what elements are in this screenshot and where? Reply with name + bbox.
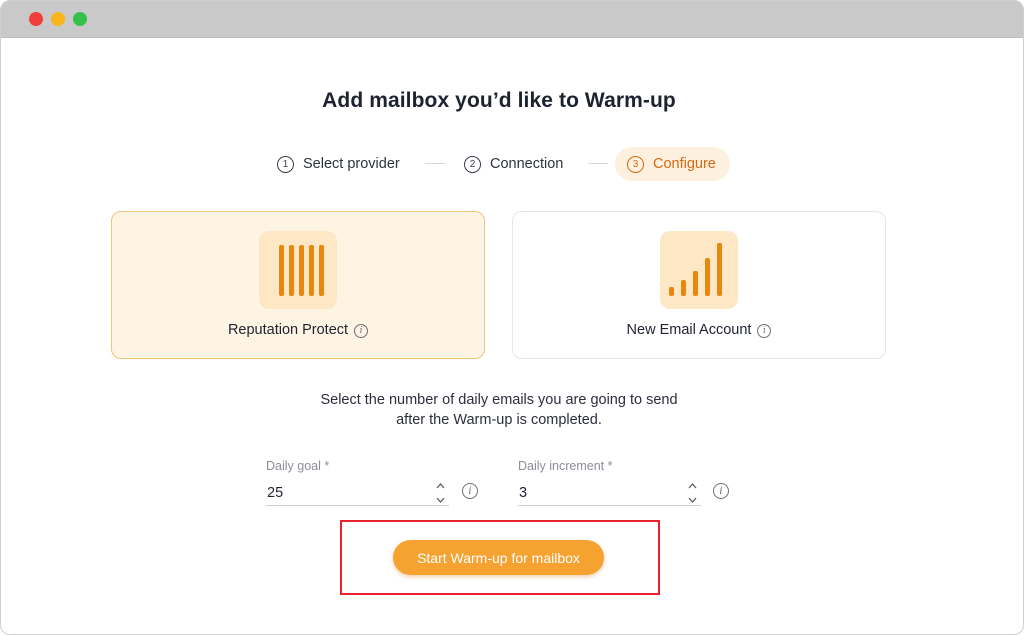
daily-goal-stepper[interactable]	[435, 480, 446, 506]
helper-text: Select the number of daily emails you ar…	[1, 390, 997, 430]
step-number: 2	[464, 155, 481, 173]
start-warmup-button[interactable]: Start Warm-up for mailbox	[393, 540, 604, 575]
minimize-window-button[interactable]	[51, 12, 65, 26]
chevron-down-icon[interactable]	[687, 494, 698, 506]
page-title: Add mailbox you’d like to Warm-up	[322, 89, 676, 112]
vertical-bars-icon	[259, 231, 337, 309]
mode-card-label: Reputation Protect i	[112, 322, 484, 338]
app-window: Add mailbox you’d like to Warm-up 1 Sele…	[0, 0, 1024, 635]
mode-card-label: New Email Account i	[513, 322, 885, 338]
step-configure[interactable]: 3 Configure	[615, 147, 730, 181]
helper-line-1: Select the number of daily emails you ar…	[320, 392, 678, 408]
chevron-up-icon[interactable]	[435, 480, 446, 492]
mode-card-label-text: New Email Account	[626, 322, 752, 338]
step-connection[interactable]: 2 Connection	[464, 147, 563, 181]
step-select-provider[interactable]: 1 Select provider	[277, 147, 400, 181]
info-icon[interactable]: i	[354, 324, 369, 338]
daily-increment-stepper[interactable]	[687, 480, 698, 506]
chevron-up-icon[interactable]	[687, 480, 698, 492]
step-number: 1	[277, 155, 294, 173]
close-window-button[interactable]	[29, 12, 43, 26]
step-label: Connection	[490, 156, 564, 172]
step-label: Select provider	[303, 156, 400, 172]
step-connector	[425, 163, 445, 164]
daily-increment-input[interactable]	[518, 481, 701, 506]
info-icon[interactable]: i	[757, 324, 772, 338]
step-connector	[588, 163, 608, 164]
step-label: Configure	[653, 156, 716, 172]
stepper: 1 Select provider 2 Connection 3 Configu…	[1, 147, 1023, 181]
mode-card-new-email-account[interactable]: New Email Account i	[512, 211, 886, 359]
daily-increment-label: Daily increment *	[518, 459, 613, 473]
signal-bars-icon	[660, 231, 738, 309]
step-number: 3	[627, 155, 644, 173]
helper-line-2: after the Warm-up is completed.	[396, 412, 602, 428]
daily-increment-field: Daily increment *	[518, 457, 701, 510]
window-titlebar	[1, 1, 1023, 38]
daily-increment-info-icon[interactable]: i	[713, 483, 729, 499]
daily-goal-input[interactable]	[266, 481, 449, 506]
mode-card-reputation-protect[interactable]: Reputation Protect i	[111, 211, 485, 359]
daily-goal-field: Daily goal *	[266, 457, 449, 510]
daily-goal-info-icon[interactable]: i	[462, 483, 478, 499]
daily-goal-label: Daily goal *	[266, 459, 330, 473]
chevron-down-icon[interactable]	[435, 494, 446, 506]
maximize-window-button[interactable]	[73, 12, 87, 26]
mode-card-label-text: Reputation Protect	[227, 322, 349, 338]
